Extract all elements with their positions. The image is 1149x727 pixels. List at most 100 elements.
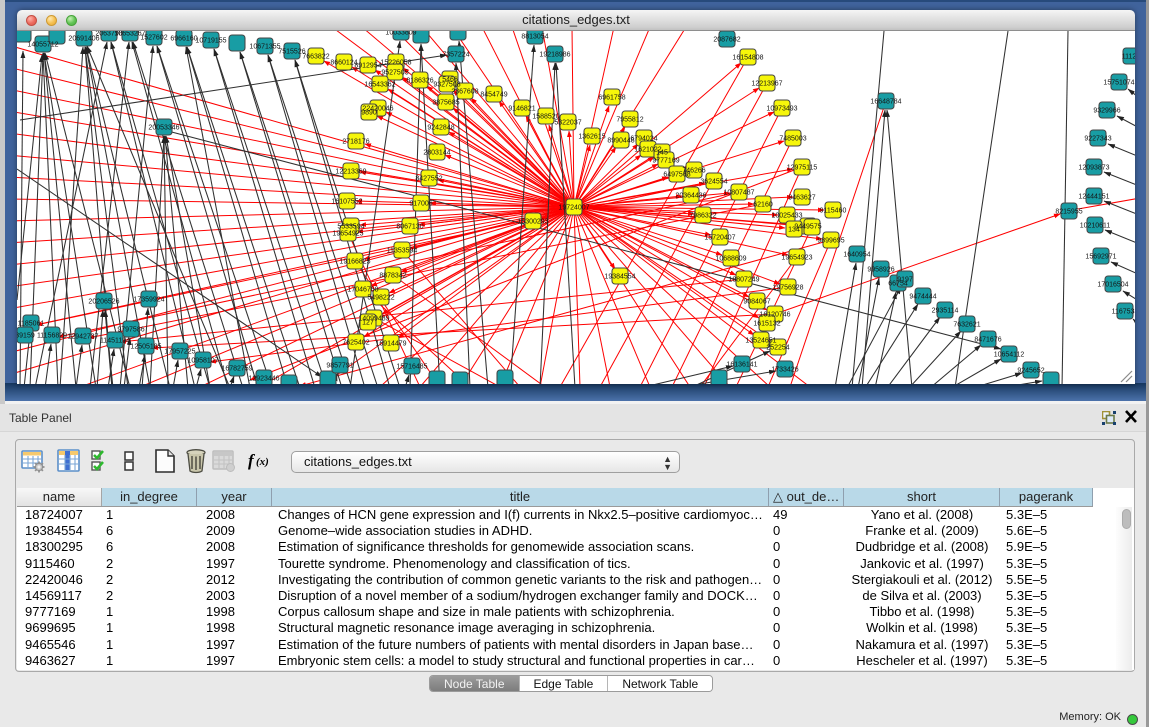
svg-text:8912954: 8912954	[354, 63, 381, 70]
svg-text:8454749: 8454749	[480, 92, 507, 99]
svg-text:1640954: 1640954	[843, 252, 870, 259]
svg-text:9327508: 9327508	[433, 82, 460, 89]
svg-text:8186326: 8186326	[406, 78, 433, 85]
svg-text:7357224: 7357224	[442, 52, 469, 59]
svg-text:6497568: 6497568	[663, 172, 690, 179]
svg-text:12975115: 12975115	[787, 165, 818, 172]
svg-text:20053346: 20053346	[148, 125, 179, 132]
svg-text:127: 127	[362, 320, 374, 327]
svg-text:19654925: 19654925	[332, 231, 363, 238]
svg-text:2803144: 2803144	[423, 150, 450, 157]
svg-text:1527602: 1527602	[140, 35, 167, 42]
svg-text:7663822: 7663822	[302, 54, 329, 61]
svg-text:14055712: 14055712	[27, 42, 58, 49]
svg-text:9527505: 9527505	[381, 70, 408, 77]
svg-text:9146821: 9146821	[508, 106, 535, 113]
svg-text:19654923: 19654923	[781, 255, 812, 262]
svg-text:9242848: 9242848	[427, 125, 454, 132]
svg-text:9899695: 9899695	[817, 238, 844, 245]
svg-text:8813054: 8813054	[521, 34, 548, 41]
svg-text:12213967: 12213967	[751, 81, 782, 88]
svg-text:10973493: 10973493	[766, 106, 797, 113]
svg-text:2718176: 2718176	[342, 139, 369, 146]
svg-text:10671355: 10671355	[249, 44, 280, 51]
svg-text:16648784: 16648784	[870, 99, 901, 106]
svg-text:5498222: 5498222	[367, 295, 394, 302]
svg-text:917006: 917006	[409, 201, 432, 208]
svg-text:3875685: 3875685	[432, 100, 459, 107]
svg-text:12093873: 12093873	[1078, 165, 1109, 172]
svg-text:39159: 39159	[17, 333, 35, 340]
svg-text:1167533: 1167533	[1112, 309, 1135, 316]
svg-text:2935114: 2935114	[932, 308, 959, 315]
svg-text:19756928: 19756928	[772, 285, 803, 292]
svg-text:19166825: 19166825	[339, 259, 370, 266]
svg-text:11156829: 11156829	[37, 333, 67, 340]
svg-text:7485003: 7485003	[779, 136, 806, 143]
svg-text:1185061: 1185061	[18, 321, 45, 328]
svg-text:10688609: 10688609	[715, 256, 746, 263]
svg-text:8471676: 8471676	[974, 337, 1001, 344]
svg-text:12444151: 12444151	[1078, 194, 1109, 201]
svg-text:6966160: 6966160	[170, 36, 197, 43]
svg-text:17957225: 17957225	[164, 349, 195, 356]
svg-text:9958926: 9958926	[867, 267, 894, 274]
svg-text:8878342: 8878342	[379, 273, 406, 280]
svg-text:20206526: 20206526	[88, 299, 119, 306]
svg-text:17016504: 17016504	[1097, 282, 1128, 289]
svg-text:10958107: 10958107	[187, 358, 218, 365]
svg-text:12213369: 12213369	[335, 169, 366, 176]
svg-text:12923446: 12923446	[248, 376, 279, 383]
svg-text:12505185: 12505185	[130, 344, 161, 351]
svg-text:17359924: 17359924	[133, 297, 164, 304]
svg-text:15720407: 15720407	[704, 235, 735, 242]
svg-text:2087682: 2087682	[713, 37, 740, 44]
svg-text:16154808: 16154808	[732, 55, 763, 62]
svg-text:15751074: 15751074	[1103, 80, 1134, 87]
svg-text:(x): (x)	[256, 456, 269, 468]
svg-text:19724007: 19724007	[558, 205, 589, 212]
svg-text:11451194: 11451194	[100, 338, 130, 345]
svg-text:7632621: 7632621	[953, 322, 980, 329]
svg-text:16136141: 16136141	[726, 362, 757, 369]
svg-text:10719155: 10719155	[195, 38, 226, 45]
svg-text:1362615: 1362615	[578, 134, 605, 141]
svg-text:15692971: 15692971	[1085, 254, 1116, 261]
svg-text:6961758: 6961758	[598, 95, 625, 102]
svg-text:1733426: 1733426	[771, 367, 798, 374]
svg-text:15226058: 15226058	[380, 60, 411, 67]
svg-text:6794024: 6794024	[630, 136, 657, 143]
svg-text:16782759: 16782759	[221, 366, 252, 373]
svg-text:f: f	[248, 451, 256, 470]
svg-text:5533594: 5533594	[337, 224, 364, 231]
svg-text:10025433: 10025433	[771, 213, 802, 220]
svg-text:11123: 11123	[1122, 54, 1135, 61]
svg-text:7955812: 7955812	[616, 117, 643, 124]
svg-text:9084067: 9084067	[743, 299, 770, 306]
svg-text:62160: 62160	[753, 202, 773, 209]
svg-text:9245652: 9245652	[1017, 368, 1044, 375]
svg-text:8067130: 8067130	[396, 224, 423, 231]
svg-text:9329966: 9329966	[1093, 108, 1120, 115]
svg-text:134: 134	[788, 227, 800, 234]
svg-text:12942737: 12942737	[67, 334, 98, 341]
svg-text:11353594: 11353594	[387, 248, 418, 255]
svg-text:15300293: 15300293	[517, 219, 548, 226]
svg-text:9463627: 9463627	[788, 195, 815, 202]
svg-text:2367608: 2367608	[451, 89, 478, 96]
svg-text:10654112: 10654112	[994, 352, 1025, 359]
svg-text:16120746: 16120746	[759, 312, 790, 319]
svg-text:8215955: 8215955	[1055, 209, 1082, 216]
svg-text:9474444: 9474444	[909, 294, 936, 301]
svg-text:10210611: 10210611	[1080, 223, 1111, 230]
svg-text:9115460: 9115460	[820, 208, 847, 215]
svg-text:9890: 9890	[361, 110, 377, 117]
svg-text:9797586: 9797586	[117, 327, 144, 334]
svg-text:145: 145	[656, 150, 668, 157]
svg-text:16107552: 16107552	[331, 199, 362, 206]
svg-text:5322037: 5322037	[554, 120, 581, 127]
svg-text:16914479: 16914479	[375, 341, 406, 348]
svg-text:252254: 252254	[766, 345, 789, 352]
svg-text:9197: 9197	[897, 277, 913, 284]
svg-text:9857791: 9857791	[326, 363, 353, 370]
